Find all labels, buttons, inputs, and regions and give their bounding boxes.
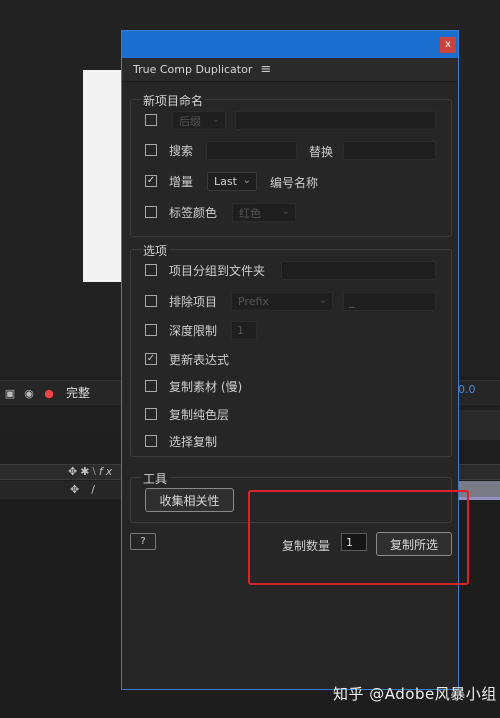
close-button[interactable]: x xyxy=(440,37,456,53)
search-checkbox[interactable] xyxy=(145,144,157,156)
dup-footage-checkbox[interactable] xyxy=(145,380,157,392)
label-color-checkbox[interactable] xyxy=(145,206,157,218)
exclude-label: 排除项目 xyxy=(169,294,218,309)
label-color-row: 标签颜色 xyxy=(145,202,217,222)
prefix-checkbox[interactable] xyxy=(145,114,157,126)
select-dup-checkbox[interactable] xyxy=(145,435,157,447)
exclude-mode-value: Prefix xyxy=(238,295,269,308)
folder-name-field[interactable] xyxy=(281,261,436,280)
group-folder-label: 项目分组到文件夹 xyxy=(169,263,266,278)
script-window: x True Comp Duplicator ≡ 新项目命名 后缀 ⌄ 搜索 替… xyxy=(121,30,459,690)
exclude-checkbox[interactable] xyxy=(145,295,157,307)
group-folder-checkbox[interactable] xyxy=(145,264,157,276)
exposure-value[interactable]: 0.0 xyxy=(458,383,476,396)
group-folder-row: 项目分组到文件夹 xyxy=(145,260,265,280)
increment-dropdown-value: Last xyxy=(214,175,237,188)
numbering-name-label: 编号名称 xyxy=(270,176,319,190)
prefix-text-field[interactable] xyxy=(235,111,436,130)
prefix-dropdown-value: 后缀 xyxy=(179,114,201,128)
app-top-bar xyxy=(0,0,500,22)
naming-group-title: 新项目命名 xyxy=(141,92,206,109)
select-dup-label: 选择复制 xyxy=(169,434,218,449)
dup-solids-label: 复制纯色层 xyxy=(169,407,230,422)
increment-row: ✓ 增量 xyxy=(145,171,193,191)
depth-limit-value: 1 xyxy=(237,324,244,337)
increment-dropdown[interactable]: Last ⌄ xyxy=(207,172,257,191)
collect-dependencies-button[interactable]: 收集相关性 xyxy=(145,488,234,512)
panel-tab[interactable]: True Comp Duplicator ≡ xyxy=(122,58,458,82)
chevron-down-icon: ⌄ xyxy=(281,206,290,217)
exclude-row: 排除项目 xyxy=(145,291,217,311)
switches-header-icons: ✥✱⧵fx xyxy=(68,465,116,478)
highlight-annotation-box xyxy=(248,490,469,585)
update-expr-row: ✓ 更新表达式 xyxy=(145,349,229,369)
search-row: 搜索 xyxy=(145,140,193,160)
naming-group: 新项目命名 后缀 ⌄ 搜索 替换 ✓ 增量 Last ⌄ 编号名称 标签颜色 红… xyxy=(130,92,452,237)
prefix-dropdown[interactable]: 后缀 ⌄ xyxy=(172,111,226,130)
window-titlebar[interactable]: x xyxy=(122,31,458,58)
label-color-dropdown-value: 红色 xyxy=(239,206,261,220)
dup-solids-checkbox[interactable] xyxy=(145,408,157,420)
tools-group-title: 工具 xyxy=(141,470,170,487)
watermark-text: 知乎 @Adobe风暴小组 xyxy=(333,685,497,703)
resolution-dropdown[interactable]: 完整 xyxy=(66,384,90,401)
options-group-title: 选项 xyxy=(141,242,170,259)
panel-menu-icon[interactable]: ≡ xyxy=(260,62,271,77)
search-field[interactable] xyxy=(206,141,297,160)
composition-canvas xyxy=(83,70,123,282)
label-color-dropdown[interactable]: 红色 ⌄ xyxy=(232,203,296,222)
layer-switches[interactable]: ✥/ xyxy=(70,483,107,496)
timeline-ruler[interactable] xyxy=(458,410,500,440)
depth-limit-field[interactable]: 1 xyxy=(231,321,257,340)
help-button[interactable]: ? xyxy=(130,533,156,550)
depth-limit-label: 深度限制 xyxy=(169,323,218,338)
chevron-down-icon: ⌄ xyxy=(242,175,251,186)
depth-limit-row: 深度限制 xyxy=(145,320,217,340)
depth-limit-checkbox[interactable] xyxy=(145,324,157,336)
replace-label: 替换 xyxy=(309,145,334,159)
chevron-down-icon: ⌄ xyxy=(318,295,327,306)
snapshot-icon[interactable]: ◉ xyxy=(22,386,36,400)
dup-solids-row: 复制纯色层 xyxy=(145,404,229,424)
update-expr-label: 更新表达式 xyxy=(169,352,230,367)
search-label: 搜索 xyxy=(169,143,194,158)
options-group: 选项 项目分组到文件夹 排除项目 Prefix ⌄ _ 深度限制 1 ✓ 更新表… xyxy=(130,242,452,457)
exclude-text-field[interactable]: _ xyxy=(343,292,436,311)
update-expr-checkbox[interactable]: ✓ xyxy=(145,353,157,365)
color-channels-icon[interactable]: ● xyxy=(42,386,56,400)
select-dup-row: 选择复制 xyxy=(145,431,217,451)
label-color-label: 标签颜色 xyxy=(169,205,218,220)
panel-title: True Comp Duplicator xyxy=(133,63,253,76)
increment-label: 增量 xyxy=(169,174,194,189)
exclude-mode-dropdown[interactable]: Prefix ⌄ xyxy=(231,292,333,311)
chevron-down-icon: ⌄ xyxy=(211,114,220,125)
dup-footage-row: 复制素材 (慢) xyxy=(145,376,242,396)
camera-icon[interactable]: ▣ xyxy=(3,386,17,400)
replace-field[interactable] xyxy=(343,141,436,160)
exclude-text-value: _ xyxy=(349,295,355,308)
prefix-row xyxy=(145,110,157,130)
increment-checkbox[interactable]: ✓ xyxy=(145,175,157,187)
dup-footage-label: 复制素材 (慢) xyxy=(169,379,243,394)
